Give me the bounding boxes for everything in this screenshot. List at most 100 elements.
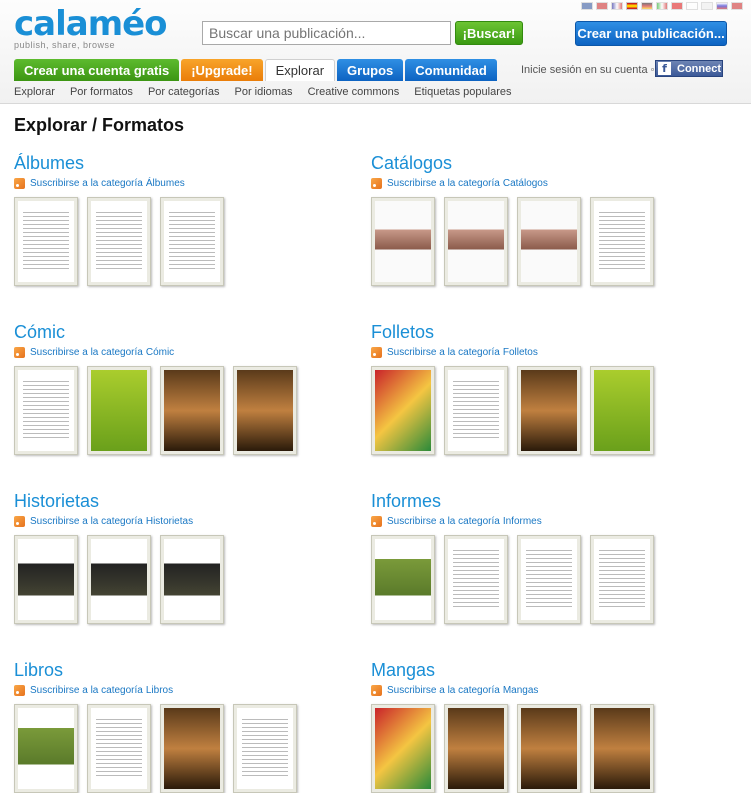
subscribe-link[interactable]: Suscribirse a la categoría Folletos bbox=[371, 345, 711, 359]
tab-comunidad[interactable]: Comunidad bbox=[405, 59, 497, 81]
category-section: Folletos Suscribirse a la categoría Follet… bbox=[371, 322, 711, 455]
thumbnail-page bbox=[164, 708, 220, 789]
subscribe-category-name: Catálogos bbox=[502, 177, 548, 189]
publication-thumbnail[interactable] bbox=[87, 535, 151, 624]
thumbnail-page bbox=[164, 370, 220, 451]
subscribe-link[interactable]: Suscribirse a la categoría Catálogos bbox=[371, 176, 711, 190]
publication-thumbnail[interactable] bbox=[160, 535, 224, 624]
subnav-creative-commons[interactable]: Creative commons bbox=[308, 86, 400, 98]
thumbnail-page bbox=[448, 539, 504, 620]
publication-thumbnail[interactable] bbox=[160, 704, 224, 793]
tab-explorar[interactable]: Explorar bbox=[264, 59, 336, 81]
publication-thumbnail[interactable] bbox=[517, 535, 581, 624]
publication-thumbnail[interactable] bbox=[517, 366, 581, 455]
publication-thumbnail[interactable] bbox=[233, 366, 297, 455]
search-input[interactable] bbox=[202, 21, 451, 45]
publication-thumbnail[interactable] bbox=[371, 704, 435, 793]
rss-icon bbox=[14, 684, 25, 696]
category-section: Historietas Suscribirse a la categoría His… bbox=[14, 491, 354, 624]
subscribe-link[interactable]: Suscribirse a la categoría Libros bbox=[14, 683, 354, 697]
publication-thumbnail[interactable] bbox=[371, 535, 435, 624]
flag-icon[interactable] bbox=[686, 2, 698, 10]
subscribe-link[interactable]: Suscribirse a la categoría Cómic bbox=[14, 345, 354, 359]
category-title[interactable]: Cómic bbox=[14, 322, 354, 344]
publication-thumbnail[interactable] bbox=[590, 704, 654, 793]
publication-thumbnail[interactable] bbox=[444, 704, 508, 793]
flag-icon[interactable] bbox=[716, 2, 728, 10]
category-section: Cómic Suscribirse a la categoría Cómic bbox=[14, 322, 354, 455]
publication-thumbnail[interactable] bbox=[14, 535, 78, 624]
publication-thumbnail[interactable] bbox=[14, 197, 78, 286]
subnav-idiomas[interactable]: Por idiomas bbox=[234, 86, 292, 98]
publication-thumbnail[interactable] bbox=[444, 197, 508, 286]
thumbnail-page bbox=[594, 370, 650, 451]
flag-icon[interactable] bbox=[581, 2, 593, 10]
publication-thumbnail[interactable] bbox=[517, 704, 581, 793]
publication-thumbnail[interactable] bbox=[14, 704, 78, 793]
facebook-connect-button[interactable]: f Connect bbox=[655, 60, 723, 77]
subscribe-category-name: Libros bbox=[145, 684, 174, 696]
subnav-formatos[interactable]: Por formatos bbox=[70, 86, 133, 98]
create-publication-button[interactable]: Crear una publicación... bbox=[575, 21, 727, 46]
flag-icon[interactable] bbox=[701, 2, 713, 10]
flag-icon[interactable] bbox=[596, 2, 608, 10]
thumbnail-page bbox=[91, 539, 147, 620]
tab-create-account[interactable]: Crear una cuenta gratis bbox=[14, 59, 180, 81]
subscribe-category-name: Historietas bbox=[145, 515, 194, 527]
subscribe-prefix: Suscribirse a la categoría bbox=[387, 346, 500, 358]
publication-thumbnail[interactable] bbox=[371, 197, 435, 286]
subscribe-category-name: Álbumes bbox=[145, 177, 185, 189]
login-link[interactable]: Inicie sesión en su cuenta ◦ bbox=[521, 64, 655, 76]
thumbnail-page bbox=[448, 708, 504, 789]
publication-thumbnail[interactable] bbox=[14, 366, 78, 455]
publication-thumbnail[interactable] bbox=[233, 704, 297, 793]
thumbnail-page bbox=[448, 201, 504, 282]
flag-icon[interactable] bbox=[611, 2, 623, 10]
category-title[interactable]: Libros bbox=[14, 660, 354, 682]
rss-icon bbox=[371, 684, 382, 696]
publication-thumbnail[interactable] bbox=[590, 366, 654, 455]
thumbnail-page bbox=[237, 370, 293, 451]
thumbnail-page bbox=[375, 708, 431, 789]
publication-thumbnail[interactable] bbox=[87, 704, 151, 793]
publication-thumbnail[interactable] bbox=[444, 366, 508, 455]
category-title[interactable]: Álbumes bbox=[14, 153, 354, 175]
main-nav: Crear una cuenta gratis ¡Upgrade! Explor… bbox=[14, 59, 497, 81]
category-title[interactable]: Catálogos bbox=[371, 153, 711, 175]
tab-upgrade[interactable]: ¡Upgrade! bbox=[181, 59, 263, 81]
publication-thumbnail[interactable] bbox=[444, 535, 508, 624]
sub-nav: Explorar Por formatos Por categorías Por… bbox=[14, 86, 512, 98]
subscribe-link[interactable]: Suscribirse a la categoría Historietas bbox=[14, 514, 354, 528]
flag-icon[interactable] bbox=[731, 2, 743, 10]
publication-thumbnail[interactable] bbox=[160, 197, 224, 286]
flag-icon[interactable] bbox=[626, 2, 638, 10]
flag-icon[interactable] bbox=[671, 2, 683, 10]
tab-grupos[interactable]: Grupos bbox=[337, 59, 404, 81]
thumbnail-row bbox=[371, 704, 711, 793]
publication-thumbnail[interactable] bbox=[517, 197, 581, 286]
thumbnail-page bbox=[594, 708, 650, 789]
subnav-explorar[interactable]: Explorar bbox=[14, 86, 55, 98]
flag-icon[interactable] bbox=[641, 2, 653, 10]
category-title[interactable]: Folletos bbox=[371, 322, 711, 344]
publication-thumbnail[interactable] bbox=[87, 366, 151, 455]
publication-thumbnail[interactable] bbox=[87, 197, 151, 286]
category-title[interactable]: Historietas bbox=[14, 491, 354, 513]
search-button[interactable]: ¡Buscar! bbox=[455, 21, 523, 45]
subnav-categorias[interactable]: Por categorías bbox=[148, 86, 220, 98]
publication-thumbnail[interactable] bbox=[590, 197, 654, 286]
subnav-etiquetas[interactable]: Etiquetas populares bbox=[414, 86, 511, 98]
publication-thumbnail[interactable] bbox=[160, 366, 224, 455]
publication-thumbnail[interactable] bbox=[371, 366, 435, 455]
subscribe-link[interactable]: Suscribirse a la categoría Mangas bbox=[371, 683, 711, 697]
publication-thumbnail[interactable] bbox=[590, 535, 654, 624]
calameo-logo[interactable]: calaméo publish, share, browse bbox=[14, 6, 168, 50]
flag-icon[interactable] bbox=[656, 2, 668, 10]
category-title[interactable]: Informes bbox=[371, 491, 711, 513]
subscribe-link[interactable]: Suscribirse a la categoría Álbumes bbox=[14, 176, 354, 190]
thumbnail-page bbox=[18, 370, 74, 451]
category-title[interactable]: Mangas bbox=[371, 660, 711, 682]
subscribe-link[interactable]: Suscribirse a la categoría Informes bbox=[371, 514, 711, 528]
thumbnail-page bbox=[375, 370, 431, 451]
subscribe-category-name: Cómic bbox=[145, 346, 175, 358]
